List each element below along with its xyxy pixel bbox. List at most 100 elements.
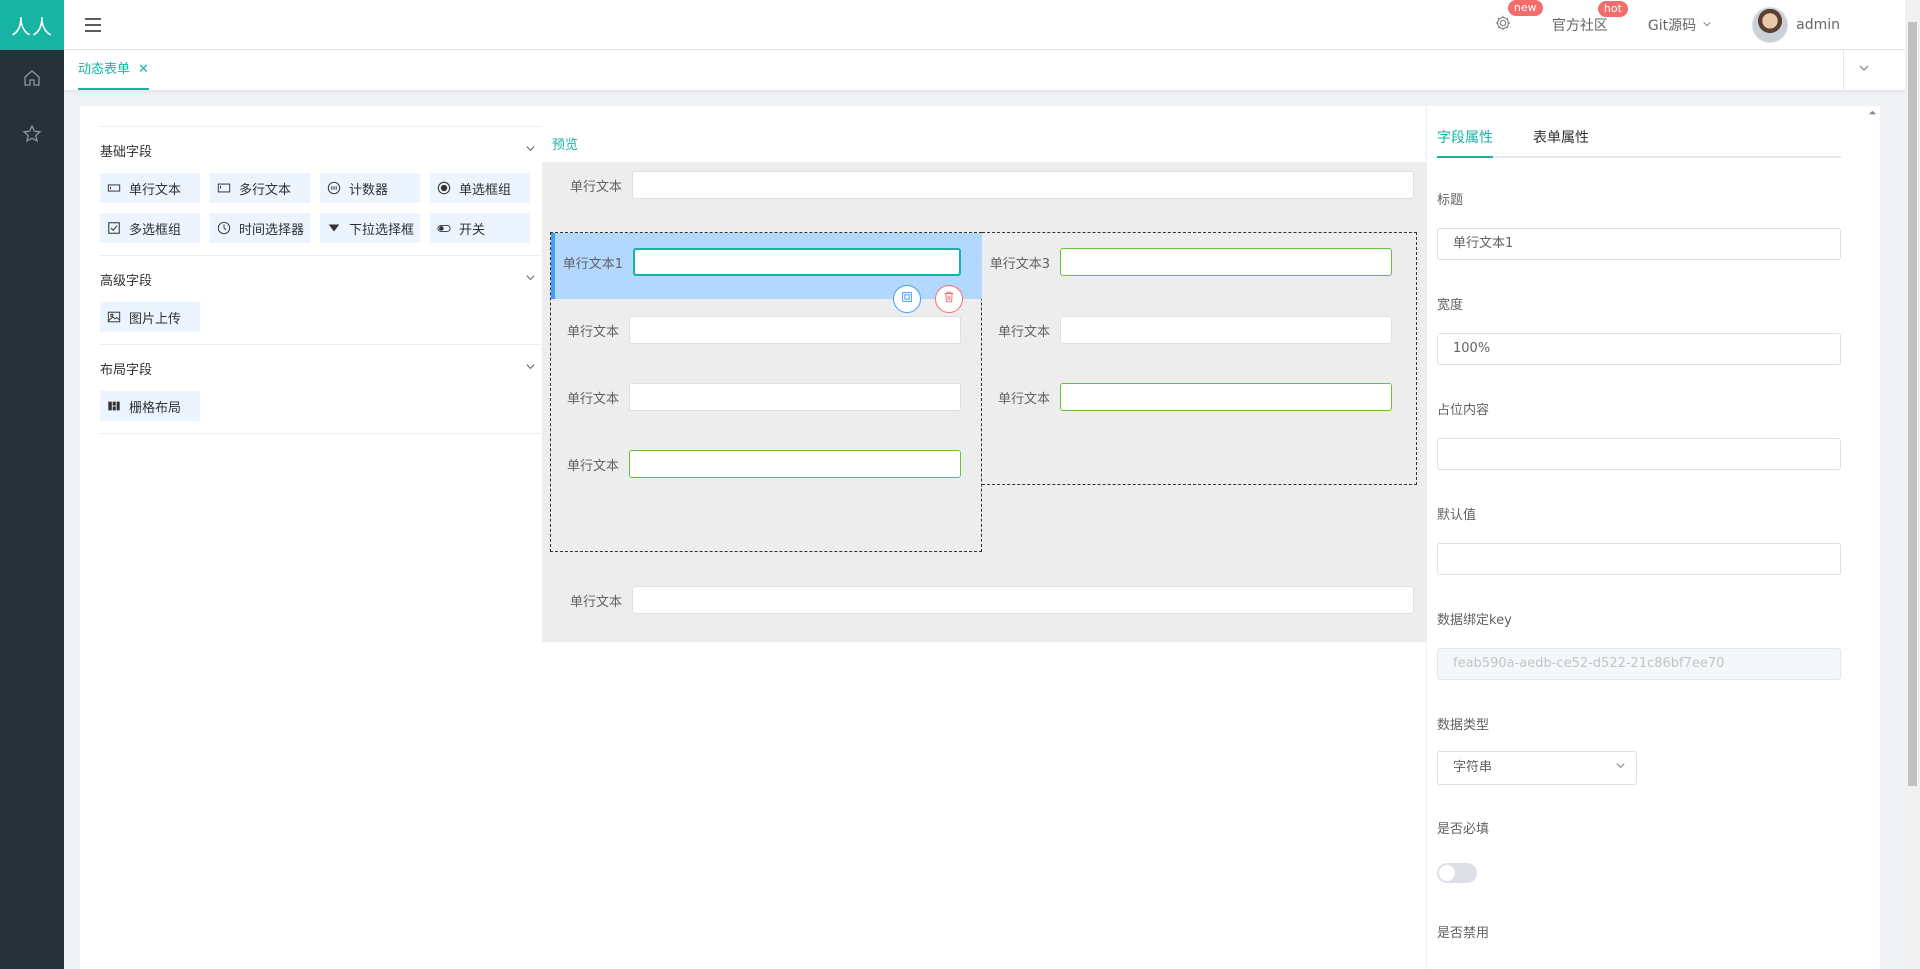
widget-group-advanced: 高级字段 图片上传 (100, 255, 542, 344)
widget-select[interactable]: 下拉选择框 (320, 213, 420, 243)
form-item-selected[interactable]: 单行文本1 (555, 247, 961, 277)
form-item[interactable]: 单行文本3 (982, 247, 1392, 277)
group-header[interactable]: 高级字段 (100, 256, 542, 302)
field-label: 单行文本 (569, 179, 622, 195)
placeholder-input[interactable] (1437, 438, 1841, 470)
community-label: 官方社区 (1551, 18, 1608, 34)
widget-group-layout: 布局字段 栅格布局 (100, 344, 542, 434)
tab-menu-button[interactable] (1843, 50, 1883, 90)
properties-tabs: 字段属性 表单属性 (1437, 126, 1841, 158)
default-value-label: 默认值 (1437, 508, 1477, 523)
switch-icon (436, 220, 452, 236)
form-canvas: 单行文本 单行文本1 单行文本 单行文本 单行文本 单行文本3 单行文本 单行文… (542, 162, 1426, 642)
field-label: 单行文本 (997, 391, 1050, 407)
text-input[interactable] (629, 383, 961, 411)
group-title: 基础字段 (100, 144, 153, 160)
settings-button[interactable]: new (1494, 0, 1543, 36)
copy-field-button[interactable] (893, 285, 921, 313)
new-badge: new (1507, 0, 1543, 16)
tab-label: 动态表单 (78, 62, 131, 77)
app-logo[interactable]: 人人 (0, 0, 64, 50)
menu-toggle-icon[interactable] (84, 16, 102, 34)
form-item[interactable]: 单行文本 (551, 449, 961, 479)
top-navbar: new 官方社区 hot Git源码 admin (64, 0, 1920, 50)
form-item-top[interactable]: 单行文本 (542, 170, 1426, 200)
field-label: 单行文本 (566, 391, 619, 407)
disabled-label: 是否禁用 (1437, 926, 1490, 941)
avatar[interactable] (1752, 7, 1789, 43)
counter-icon (326, 180, 342, 196)
chevron-down-icon (1702, 17, 1712, 33)
scroll-up-icon[interactable] (1868, 106, 1877, 121)
grid-column-right: 单行文本3 单行文本 单行文本 (982, 232, 1417, 485)
field-label: 单行文本 (997, 324, 1050, 340)
widget-time[interactable]: 时间选择器 (210, 213, 310, 243)
widget-grid[interactable]: 栅格布局 (100, 391, 200, 421)
preview-link[interactable]: 预览 (552, 134, 578, 153)
group-title: 布局字段 (100, 362, 153, 378)
hot-badge: hot (1597, 1, 1628, 17)
triangle-down-icon (326, 220, 342, 236)
star-icon[interactable] (0, 106, 64, 162)
title-input[interactable]: 单行文本1 (1437, 228, 1841, 260)
widget-checkbox[interactable]: 多选框组 (100, 213, 200, 243)
text-input[interactable] (632, 586, 1414, 614)
user-name[interactable]: admin (1796, 17, 1840, 33)
grid-icon (106, 398, 122, 414)
widget-textarea[interactable]: 多行文本 (210, 173, 310, 203)
text-input[interactable] (629, 450, 961, 478)
widget-radio[interactable]: 单选框组 (430, 173, 530, 203)
tab-form-properties[interactable]: 表单属性 (1533, 126, 1589, 158)
width-input[interactable]: 100% (1437, 333, 1841, 365)
textarea-icon (216, 180, 232, 196)
git-source-dropdown[interactable]: Git源码 (1648, 15, 1712, 35)
form-item[interactable]: 单行文本 (551, 315, 961, 345)
data-type-value: 字符串 (1453, 760, 1493, 775)
grid-column-left: 单行文本1 单行文本 单行文本 单行文本 (550, 232, 982, 552)
tab-bar: 动态表单 ✕ (64, 50, 1920, 90)
widget-input[interactable]: 单行文本 (100, 173, 200, 203)
side-menu: 人人 (0, 0, 64, 969)
page-scrollbar[interactable] (1905, 0, 1920, 969)
delete-field-button[interactable] (935, 285, 963, 313)
group-header[interactable]: 基础字段 (100, 127, 542, 173)
default-value-input[interactable] (1437, 543, 1841, 575)
data-key-label: 数据绑定key (1437, 613, 1512, 628)
widget-switch[interactable]: 开关 (430, 213, 530, 243)
scrollbar-thumb[interactable] (1908, 22, 1917, 786)
widget-group-basic: 基础字段 单行文本 多行文本 计数器 单选框组 多选框组 时间选择器 下拉选择框… (100, 126, 542, 255)
close-icon[interactable]: ✕ (138, 62, 149, 77)
panel-scrollbar[interactable] (1865, 106, 1880, 969)
data-type-select[interactable]: 字符串 (1437, 751, 1637, 785)
text-input[interactable] (629, 316, 961, 344)
widget-number[interactable]: 计数器 (320, 173, 420, 203)
data-type-label: 数据类型 (1437, 718, 1490, 733)
text-input[interactable] (1060, 383, 1392, 411)
chevron-down-icon (1615, 752, 1626, 784)
group-header[interactable]: 布局字段 (100, 345, 542, 391)
form-item-bottom[interactable]: 单行文本 (542, 585, 1426, 615)
form-item[interactable]: 单行文本 (982, 382, 1392, 412)
required-switch[interactable] (1437, 863, 1477, 883)
widget-image-upload[interactable]: 图片上传 (100, 302, 200, 332)
chevron-down-icon (525, 361, 536, 376)
field-label: 单行文本 (566, 458, 619, 474)
radio-icon (436, 180, 452, 196)
text-input[interactable] (633, 248, 961, 276)
checkbox-icon (106, 220, 122, 236)
community-link[interactable]: 官方社区 hot (1551, 1, 1628, 35)
text-input[interactable] (1060, 248, 1392, 276)
title-label: 标题 (1437, 193, 1464, 208)
text-input[interactable] (632, 171, 1414, 199)
form-item[interactable]: 单行文本 (551, 382, 961, 412)
home-icon[interactable] (0, 50, 64, 106)
trash-icon (942, 290, 956, 308)
tab-dynamic-form[interactable]: 动态表单 ✕ (78, 50, 149, 90)
properties-panel: 字段属性 表单属性 标题 单行文本1 宽度 100% 占位内容 默认值 数据绑定… (1426, 106, 1866, 969)
form-designer: 基础字段 单行文本 多行文本 计数器 单选框组 多选框组 时间选择器 下拉选择框… (80, 106, 1880, 969)
tab-field-properties[interactable]: 字段属性 (1437, 126, 1493, 158)
field-label: 单行文本 (566, 324, 619, 340)
placeholder-label: 占位内容 (1437, 403, 1490, 418)
text-input[interactable] (1060, 316, 1392, 344)
form-item[interactable]: 单行文本 (982, 315, 1392, 345)
